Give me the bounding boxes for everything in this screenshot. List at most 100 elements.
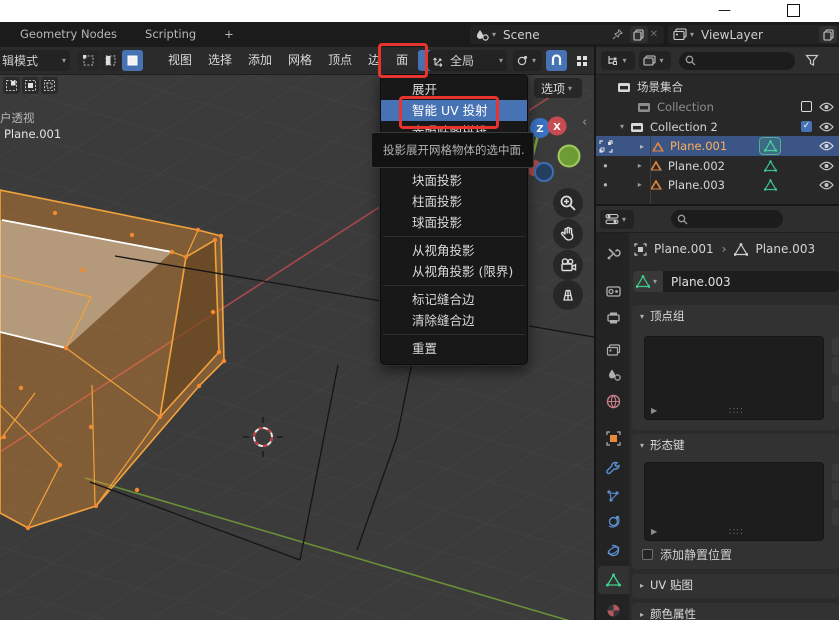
uv-menu-item-clear-seam[interactable]: 清除缝合边 xyxy=(381,310,527,331)
tab-render[interactable] xyxy=(598,279,629,303)
tweak-select-tool-button[interactable] xyxy=(3,77,20,94)
mesh-data-icon[interactable] xyxy=(764,160,777,172)
tab-material[interactable] xyxy=(598,598,629,620)
viewlayer-name[interactable]: ViewLayer xyxy=(701,28,763,42)
uv-menu-item-mark-seam[interactable]: 标记缝合边 xyxy=(381,289,527,310)
tab-tool[interactable] xyxy=(598,241,629,265)
rest-position-row[interactable]: 添加静置位置 xyxy=(642,546,732,563)
tab-particles[interactable] xyxy=(598,484,629,508)
tab-view-layer[interactable] xyxy=(598,338,629,362)
viewlayer-selector[interactable]: ▾ ViewLayer xyxy=(668,25,839,44)
eye-icon[interactable] xyxy=(819,141,834,151)
transform-orientation-dropdown[interactable]: 全局 ▾ xyxy=(428,50,507,71)
menu-vertex[interactable]: 顶点 xyxy=(320,47,360,74)
new-scene-button[interactable] xyxy=(630,26,648,43)
color-attributes-panel[interactable]: ▸ 颜色属性 xyxy=(632,603,839,620)
pan-button[interactable] xyxy=(553,219,583,249)
uv-menu-item-sphere-projection[interactable]: 球面投影 xyxy=(381,212,527,233)
orthographic-toggle-button[interactable] xyxy=(553,280,583,310)
outliner-row-plane003[interactable]: • ▸ Plane.003 xyxy=(596,175,839,194)
outliner-display-mode-dropdown[interactable]: ▾ xyxy=(601,51,635,70)
shape-keys-list[interactable]: ▶ ∷∷ xyxy=(644,462,824,541)
disclosure-right-icon[interactable]: ▸ xyxy=(640,142,644,151)
eye-icon[interactable] xyxy=(819,161,834,171)
add-workspace-button[interactable]: + xyxy=(210,22,248,47)
uv-menu-item-smart-uv-project[interactable]: 智能 UV 投射 xyxy=(381,100,527,121)
datablock-type-dropdown[interactable]: ▾ xyxy=(633,271,663,292)
breadcrumb-object[interactable]: Plane.001 xyxy=(654,242,714,256)
scene-collection-label[interactable]: 场景集合 xyxy=(637,79,683,95)
tab-modifiers[interactable] xyxy=(598,456,629,480)
mode-dropdown[interactable]: 辑模式 ▾ xyxy=(0,50,70,71)
new-viewlayer-button[interactable] xyxy=(819,26,837,43)
workspace-tab-geometry-nodes[interactable]: Geometry Nodes xyxy=(6,22,131,47)
workspace-tab-scripting[interactable]: Scripting xyxy=(131,22,210,47)
sidebar-collapse-icon[interactable]: ‹ xyxy=(582,115,587,130)
scene-selector[interactable]: ▾ Scene ✕ xyxy=(470,25,664,44)
collection-label[interactable]: Collection xyxy=(657,100,714,114)
outliner-row-collection2[interactable]: ▾ Collection 2 ✓ xyxy=(596,117,839,136)
tab-scene[interactable] xyxy=(598,363,629,387)
menu-face[interactable]: 面 xyxy=(388,47,416,74)
eye-icon[interactable] xyxy=(819,122,834,132)
menu-mesh[interactable]: 网格 xyxy=(280,47,320,74)
list-remove-button[interactable] xyxy=(832,357,839,374)
disclosure-right-icon[interactable]: ▸ xyxy=(638,180,642,189)
edge-select-mode-button[interactable] xyxy=(100,50,121,71)
proportional-editing-button[interactable] xyxy=(571,50,592,71)
list-add-button[interactable] xyxy=(832,338,839,355)
face-select-mode-button[interactable] xyxy=(122,50,143,71)
outliner-search-input[interactable] xyxy=(679,52,795,70)
uv-maps-panel[interactable]: ▸ UV 贴图 xyxy=(632,574,839,598)
list-expand-icon[interactable]: ▶ xyxy=(651,527,657,536)
collection2-label[interactable]: Collection 2 xyxy=(650,120,718,134)
mesh-data-icon-active[interactable] xyxy=(759,137,781,155)
disclosure-down-icon[interactable]: ▾ xyxy=(620,122,624,131)
properties-search-input[interactable] xyxy=(671,210,783,228)
mesh-data-icon[interactable] xyxy=(764,179,777,191)
list-add-button[interactable] xyxy=(832,464,839,481)
scene-name[interactable]: Scene xyxy=(503,28,540,42)
eye-icon[interactable] xyxy=(819,180,834,190)
filter-funnel-icon[interactable] xyxy=(805,54,819,67)
uv-menu-item-project-from-view-bounds[interactable]: 从视角投影 (限界) xyxy=(381,261,527,282)
tab-physics[interactable] xyxy=(598,509,629,533)
list-specials-button[interactable] xyxy=(832,385,839,402)
shape-keys-header[interactable]: ▾ 形态键 xyxy=(632,434,839,456)
collection-exclude-checkbox[interactable] xyxy=(801,101,812,112)
menu-view[interactable]: 视图 xyxy=(160,47,200,74)
outliner-row-plane001[interactable]: ▸ Plane.001 xyxy=(596,136,839,156)
vertex-groups-header[interactable]: ▾ 顶点组 xyxy=(632,305,839,327)
camera-view-button[interactable] xyxy=(553,250,583,280)
snap-toggle-button[interactable] xyxy=(546,50,567,71)
window-minimize-button[interactable]: — xyxy=(718,0,731,22)
plane002-label[interactable]: Plane.002 xyxy=(668,159,725,173)
navigation-gizmo[interactable]: Z X xyxy=(526,117,580,182)
tab-object[interactable] xyxy=(598,426,629,450)
menu-select[interactable]: 选择 xyxy=(200,47,240,74)
collection2-exclude-checkbox[interactable]: ✓ xyxy=(801,121,812,132)
unlink-scene-icon[interactable]: ✕ xyxy=(650,29,658,40)
tab-constraints[interactable] xyxy=(598,538,629,562)
pin-icon[interactable] xyxy=(611,28,624,41)
datablock-name[interactable]: Plane.003 xyxy=(671,275,731,289)
breadcrumb-data[interactable]: Plane.003 xyxy=(755,242,815,256)
tab-output[interactable] xyxy=(598,306,629,330)
outliner-row-collection[interactable]: Collection xyxy=(596,97,839,116)
vertex-select-mode-button[interactable] xyxy=(78,50,99,71)
options-dropdown[interactable]: 选项 ▾ xyxy=(534,78,582,98)
tab-world[interactable] xyxy=(598,389,629,413)
disclosure-right-icon[interactable]: ▸ xyxy=(638,161,642,170)
selected-mesh-object[interactable] xyxy=(0,190,226,530)
list-specials-button[interactable] xyxy=(832,508,839,525)
eye-icon[interactable] xyxy=(819,102,834,112)
window-maximize-button[interactable] xyxy=(787,4,800,17)
rest-position-checkbox[interactable] xyxy=(642,549,653,560)
outliner-row-plane002[interactable]: • ▸ Plane.002 xyxy=(596,156,839,175)
list-remove-button[interactable] xyxy=(832,483,839,500)
editor-type-dropdown[interactable]: ▾ xyxy=(600,210,634,229)
list-expand-icon[interactable]: ▶ xyxy=(651,406,657,415)
outliner-row-scene-collection[interactable]: 场景集合 xyxy=(596,77,839,96)
resize-grip-icon[interactable]: ∷∷ xyxy=(729,406,744,417)
resize-grip-icon[interactable]: ∷∷ xyxy=(729,527,744,538)
